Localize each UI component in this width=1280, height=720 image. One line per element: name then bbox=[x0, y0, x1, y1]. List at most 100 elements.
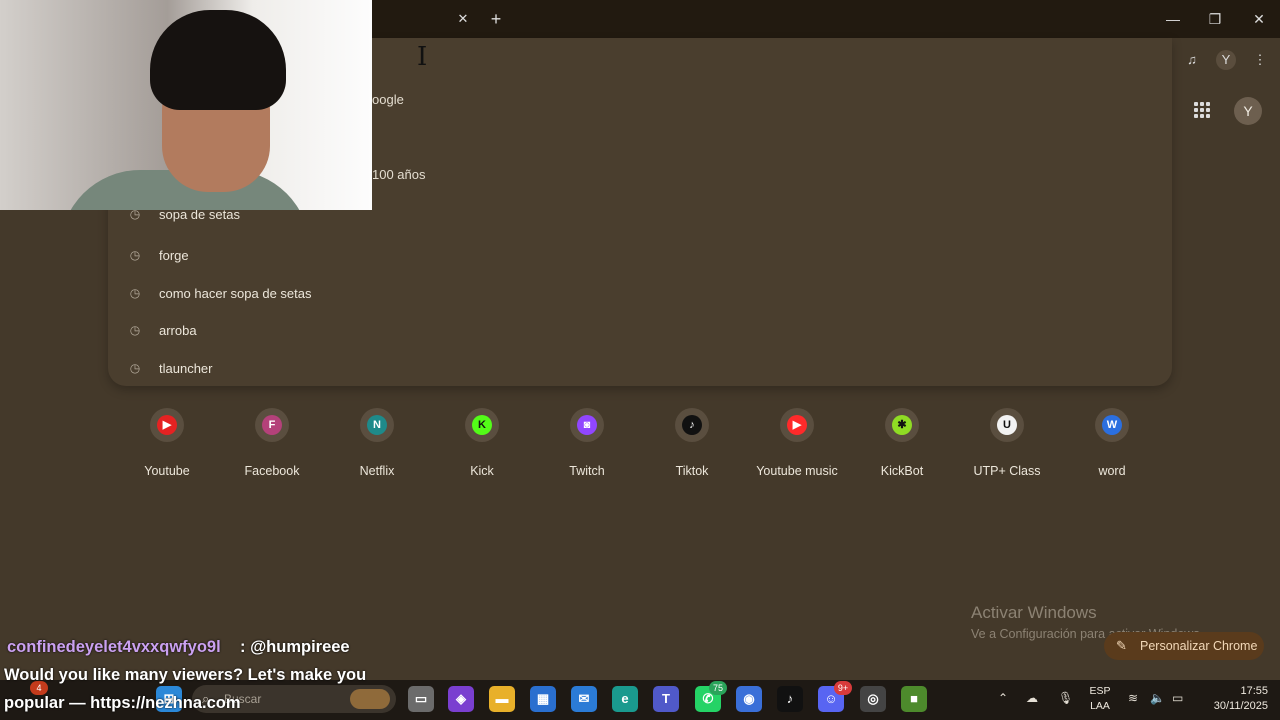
shortcut-glyph-icon: F bbox=[262, 415, 282, 435]
shortcut-tile[interactable]: ♪ Tiktok bbox=[647, 406, 737, 482]
webcam-person-hair bbox=[150, 10, 286, 110]
new-tab-button[interactable]: + bbox=[486, 9, 506, 29]
shortcut-glyph-icon: U bbox=[997, 415, 1017, 435]
shortcut-glyph-icon: ♪ bbox=[682, 415, 702, 435]
suggestion-row[interactable]: ◷ como hacer sopa de setas bbox=[108, 277, 1172, 313]
suggestion-partial-1[interactable]: oogle bbox=[372, 92, 404, 107]
account-avatar[interactable]: Y bbox=[1234, 97, 1262, 125]
shortcut-icon: N bbox=[360, 408, 394, 442]
shortcut-icon: W bbox=[1095, 408, 1129, 442]
webcam-overlay bbox=[0, 0, 372, 210]
shortcut-tile[interactable]: F Facebook bbox=[227, 406, 317, 482]
shortcut-tile[interactable]: K Kick bbox=[437, 406, 527, 482]
language-indicator[interactable]: ESP LAA bbox=[1088, 684, 1112, 714]
chat-username: confinedeyelet4vxxqwfyo9l bbox=[7, 638, 221, 656]
copilot-icon[interactable]: ◈ bbox=[448, 686, 474, 712]
edge-icon[interactable]: e bbox=[612, 686, 638, 712]
microphone-icon[interactable]: 🎙 bbox=[1058, 691, 1073, 705]
shortcut-label: Tiktok bbox=[675, 464, 709, 478]
suggestion-partial-2[interactable]: 100 años bbox=[372, 167, 426, 182]
close-window-button[interactable]: ✕ bbox=[1244, 8, 1274, 30]
shortcut-glyph-icon: ▶ bbox=[787, 415, 807, 435]
shortcut-label: Youtube bbox=[144, 464, 190, 478]
shortcut-tile[interactable]: ▶ Youtube music bbox=[752, 406, 842, 482]
tiktok-icon[interactable]: ♪ bbox=[777, 686, 803, 712]
suggestion-row[interactable]: ◷ forge bbox=[108, 239, 1172, 275]
restore-button[interactable]: ❐ bbox=[1200, 8, 1230, 30]
file-explorer-icon[interactable]: ▬ bbox=[489, 686, 515, 712]
tab-close-button[interactable]: ✕ bbox=[454, 10, 472, 28]
media-control-icon[interactable]: ♫ bbox=[1182, 50, 1202, 70]
apps-grid-icon[interactable] bbox=[1194, 102, 1214, 122]
personalize-label: Personalizar Chrome bbox=[1140, 639, 1258, 653]
volume-icon[interactable]: 🔈 bbox=[1150, 691, 1165, 705]
chat-message-line-1: Would you like many viewers? Let's make … bbox=[4, 666, 367, 684]
shortcut-tile[interactable]: N Netflix bbox=[332, 406, 422, 482]
onedrive-icon[interactable]: ☁ bbox=[1026, 691, 1038, 705]
shortcut-glyph-icon: ✱ bbox=[892, 415, 912, 435]
shortcut-label: Twitch bbox=[569, 464, 605, 478]
history-icon: ◷ bbox=[129, 286, 141, 300]
shortcut-label: UTP+ Class bbox=[973, 464, 1041, 478]
pencil-icon: ✎ bbox=[1116, 638, 1127, 653]
search-highlight-image bbox=[350, 689, 390, 709]
shortcut-label: word bbox=[1098, 464, 1126, 478]
shortcut-icon: ▶ bbox=[780, 408, 814, 442]
personalize-chrome-button[interactable]: ✎ Personalizar Chrome bbox=[1104, 632, 1264, 660]
shortcut-icon: F bbox=[255, 408, 289, 442]
taskbar-clock[interactable]: 17:55 30/11/2025 bbox=[1212, 684, 1268, 714]
menu-icon[interactable]: ⋮ bbox=[1250, 50, 1270, 70]
shortcut-icon: ▶ bbox=[150, 408, 184, 442]
teams-icon[interactable]: T bbox=[653, 686, 679, 712]
whatsapp-badge: 75 bbox=[709, 681, 727, 695]
history-icon: ◷ bbox=[129, 361, 141, 375]
task-view-icon[interactable]: ▭ bbox=[408, 686, 434, 712]
history-icon: ◷ bbox=[129, 248, 141, 262]
language-code: ESP bbox=[1089, 685, 1111, 697]
shortcut-glyph-icon: W bbox=[1102, 415, 1122, 435]
suggestion-text: tlauncher bbox=[159, 361, 213, 376]
shortcut-icon: ♪ bbox=[675, 408, 709, 442]
suggestion-text: forge bbox=[159, 248, 189, 263]
shortcut-tile[interactable]: ▶ Youtube bbox=[122, 406, 212, 482]
minecraft-icon[interactable]: ■ bbox=[901, 686, 927, 712]
shortcut-icon: ◙ bbox=[570, 408, 604, 442]
text-cursor-icon: I bbox=[417, 42, 428, 72]
suggestion-text: arroba bbox=[159, 323, 197, 338]
clock-time: 17:55 bbox=[1240, 685, 1268, 697]
shortcut-icon: U bbox=[990, 408, 1024, 442]
tray-overflow-icon[interactable]: ⌃ bbox=[998, 691, 1008, 705]
profile-icon[interactable]: Y bbox=[1216, 50, 1236, 70]
keyboard-layout: LAA bbox=[1090, 700, 1110, 712]
minimize-button[interactable]: — bbox=[1158, 8, 1188, 30]
wifi-icon[interactable]: ≋ bbox=[1128, 691, 1138, 705]
suggestion-text: como hacer sopa de setas bbox=[159, 286, 312, 301]
chat-mention: : @humpireee bbox=[240, 638, 350, 656]
activate-windows-title: Activar Windows bbox=[971, 603, 1097, 622]
shortcut-tile[interactable]: U UTP+ Class bbox=[962, 406, 1052, 482]
shortcut-label: KickBot bbox=[880, 464, 924, 478]
shortcut-glyph-icon: N bbox=[367, 415, 387, 435]
history-icon: ◷ bbox=[129, 323, 141, 337]
shortcut-icon: K bbox=[465, 408, 499, 442]
shortcut-tile[interactable]: Wword bbox=[1067, 406, 1157, 482]
shortcut-tile[interactable]: ✱ KickBot bbox=[857, 406, 947, 482]
chrome-icon[interactable]: ◉ bbox=[736, 686, 762, 712]
shortcut-label: Youtube music bbox=[756, 464, 838, 478]
shortcut-glyph-icon: K bbox=[472, 415, 492, 435]
shortcut-glyph-icon: ◙ bbox=[577, 415, 597, 435]
shortcut-label: Facebook bbox=[244, 464, 300, 478]
outlook-icon[interactable]: ✉ bbox=[571, 686, 597, 712]
battery-icon[interactable]: ▭ bbox=[1172, 691, 1183, 705]
suggestion-row[interactable]: ◷ arroba bbox=[108, 314, 1172, 350]
clock-date: 30/11/2025 bbox=[1213, 700, 1268, 712]
shortcut-glyph-icon: ▶ bbox=[157, 415, 177, 435]
shortcut-tile[interactable]: ◙ Twitch bbox=[542, 406, 632, 482]
discord-badge: 9+ bbox=[834, 681, 852, 695]
microsoft-store-icon[interactable]: ▦ bbox=[530, 686, 556, 712]
shortcut-label: Kick bbox=[470, 464, 494, 478]
shortcut-icon: ✱ bbox=[885, 408, 919, 442]
obs-icon[interactable]: ◎ bbox=[860, 686, 886, 712]
suggestion-row[interactable]: ◷ tlauncher bbox=[108, 352, 1172, 388]
chat-message-line-2: popular — https://nezhna.com bbox=[4, 694, 241, 712]
